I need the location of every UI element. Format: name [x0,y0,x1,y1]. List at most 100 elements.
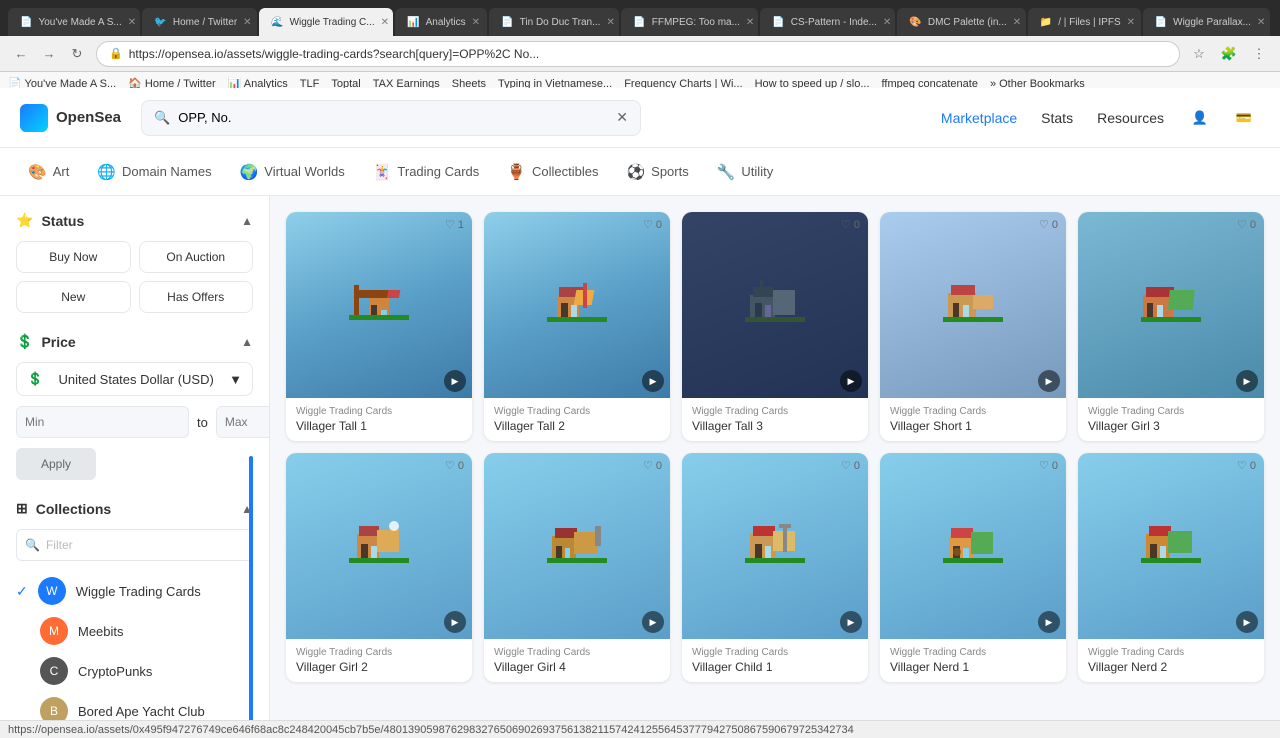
nft-like-3[interactable]: ♡0 [1039,218,1058,231]
nft-play-btn-3[interactable]: ▶ [1038,370,1060,392]
logo[interactable]: OpenSea [20,104,121,132]
nft-play-btn-0[interactable]: ▶ [444,370,466,392]
price-max-input[interactable] [216,406,270,438]
price-min-input[interactable] [16,406,189,438]
menu-btn[interactable]: ⋮ [1248,43,1270,65]
refresh-btn[interactable]: ↻ [66,43,88,65]
nft-like-6[interactable]: ♡0 [643,459,662,472]
nft-like-8[interactable]: ♡0 [1039,459,1058,472]
tab-5[interactable]: 📄Tin Do Duc Tran...✕ [489,8,619,36]
nav-stats[interactable]: Stats [1041,110,1073,126]
nft-card-1[interactable]: ♡0 ▶ Wiggle Trading Cards Villager Tall … [484,212,670,441]
tab-9[interactable]: 📁/ | Files | IPFS✕ [1028,8,1141,36]
tab-3-active[interactable]: 🌊Wiggle Trading C...✕ [259,8,393,36]
cat-tab-sports[interactable]: ⚽ Sports [614,157,700,187]
nft-play-btn-6[interactable]: ▶ [642,611,664,633]
nft-img-7: ♡0 ▶ [682,453,868,639]
nft-card-6[interactable]: ♡0 ▶ Wiggle Trading Cards Villager Girl … [484,453,670,682]
tab-8[interactable]: 🎨DMC Palette (in...✕ [897,8,1025,36]
nft-collection-9: Wiggle Trading Cards [1088,647,1254,658]
nft-play-btn-4[interactable]: ▶ [1236,370,1258,392]
status-section-header[interactable]: ⭐ Status ▲ [16,212,253,229]
bookmark-btn[interactable]: ☆ [1188,43,1210,65]
nft-like-5[interactable]: ♡0 [445,459,464,472]
nft-card-2[interactable]: ♡0 ▶ Wiggle Trading Cards Villager Tall … [682,212,868,441]
nft-card-3[interactable]: ♡0 ▶ Wiggle Trading Cards Villager Short… [880,212,1066,441]
nft-play-btn-5[interactable]: ▶ [444,611,466,633]
dropdown-icon: ▼ [229,372,242,387]
price-section-header[interactable]: 💲 Price ▲ [16,333,253,350]
back-btn[interactable]: ← [10,43,32,65]
buy-now-btn[interactable]: Buy Now [16,241,131,273]
nft-img-6: ♡0 ▶ [484,453,670,639]
nft-like-9[interactable]: ♡0 [1237,459,1256,472]
tab-7[interactable]: 📄CS-Pattern - Inde...✕ [760,8,895,36]
forward-btn[interactable]: → [38,43,60,65]
apply-button[interactable]: Apply [16,448,96,480]
browser-chrome: 📄You've Made A S...✕ 🐦Home / Twitter✕ 🌊W… [0,0,1280,88]
cat-tab-domain[interactable]: 🌐 Domain Names [85,157,223,187]
profile-icon[interactable]: 👤 [1184,102,1216,134]
cat-tab-trading[interactable]: 🃏 Trading Cards [361,157,492,187]
nft-img-2: ♡0 ▶ [682,212,868,398]
currency-select[interactable]: 💲 United States Dollar (USD) ▼ [16,362,253,396]
nft-play-btn-9[interactable]: ▶ [1236,611,1258,633]
new-btn[interactable]: New [16,281,131,313]
collection-item-bayc[interactable]: B Bored Ape Yacht Club [16,691,253,720]
nft-card-7[interactable]: ♡0 ▶ Wiggle Trading Cards Villager Child… [682,453,868,682]
cat-tab-collectibles[interactable]: 🏺 Collectibles [495,157,610,187]
nft-collection-5: Wiggle Trading Cards [296,647,462,658]
nft-play-btn-1[interactable]: ▶ [642,370,664,392]
tab-1[interactable]: 📄You've Made A S...✕ [8,8,140,36]
nft-card-4[interactable]: ♡0 ▶ Wiggle Trading Cards Villager Girl … [1078,212,1264,441]
collection-item-wiggle[interactable]: ✓ W Wiggle Trading Cards [16,571,253,611]
extensions-btn[interactable]: 🧩 [1218,43,1240,65]
nft-card-0[interactable]: ♡1 ▶ Wiggle Trading Cards Villager Tall … [286,212,472,441]
nft-like-2[interactable]: ♡0 [841,218,860,231]
collection-item-cryptopunks[interactable]: C CryptoPunks [16,651,253,691]
tab-2[interactable]: 🐦Home / Twitter✕ [142,8,257,36]
nft-like-7[interactable]: ♡0 [841,459,860,472]
sports-icon: ⚽ [626,163,645,181]
collection-name-cryptopunks: CryptoPunks [78,664,152,679]
nft-play-btn-2[interactable]: ▶ [840,370,862,392]
on-auction-btn[interactable]: On Auction [139,241,254,273]
nft-info-2: Wiggle Trading Cards Villager Tall 3 [682,398,868,441]
nft-like-0[interactable]: ♡1 [445,218,464,231]
tab-6[interactable]: 📄FFMPEG: Too ma...✕ [621,8,758,36]
collections-filter[interactable]: 🔍 Filter [16,529,253,561]
nft-info-0: Wiggle Trading Cards Villager Tall 1 [286,398,472,441]
search-clear-icon[interactable]: ✕ [616,109,628,126]
cat-tab-utility[interactable]: 🔧 Utility [705,157,785,187]
nft-name-0: Villager Tall 1 [296,419,462,433]
nft-card-5[interactable]: ♡0 ▶ Wiggle Trading Cards Villager Girl … [286,453,472,682]
nft-img-0: ♡1 ▶ [286,212,472,398]
nav-marketplace[interactable]: Marketplace [941,110,1017,126]
star-icon: ⭐ [16,212,33,229]
status-title: ⭐ Status [16,212,84,229]
collections-section-header[interactable]: ⊞ Collections ▲ [16,500,253,517]
avatar-wiggle: W [38,577,66,605]
avatar-cryptopunks: C [40,657,68,685]
has-offers-btn[interactable]: Has Offers [139,281,254,313]
cat-tab-virtual[interactable]: 🌍 Virtual Worlds [228,157,357,187]
tab-10[interactable]: 📄Wiggle Parallax...✕ [1143,8,1270,36]
collection-item-meebits[interactable]: M Meebits [16,611,253,651]
url-bar[interactable]: 🔒 https://opensea.io/assets/wiggle-tradi… [96,41,1180,67]
nft-like-4[interactable]: ♡0 [1237,218,1256,231]
nft-info-1: Wiggle Trading Cards Villager Tall 2 [484,398,670,441]
nft-play-btn-8[interactable]: ▶ [1038,611,1060,633]
nft-name-4: Villager Girl 3 [1088,419,1254,433]
cat-tab-art[interactable]: 🎨 Art [16,157,81,187]
nft-name-6: Villager Girl 4 [494,660,660,674]
wallet-icon[interactable]: 💳 [1228,102,1260,134]
nft-like-1[interactable]: ♡0 [643,218,662,231]
search-input[interactable] [178,110,608,125]
nav-resources[interactable]: Resources [1097,110,1164,126]
status-chevron: ▲ [241,214,253,228]
nft-play-btn-7[interactable]: ▶ [840,611,862,633]
tab-4[interactable]: 📊Analytics✕ [395,8,487,36]
search-bar[interactable]: 🔍 ✕ [141,100,641,136]
nft-card-9[interactable]: ♡0 ▶ Wiggle Trading Cards Villager Nerd … [1078,453,1264,682]
nft-card-8[interactable]: ♡0 ▶ Wiggle Trading Cards Villager Nerd … [880,453,1066,682]
